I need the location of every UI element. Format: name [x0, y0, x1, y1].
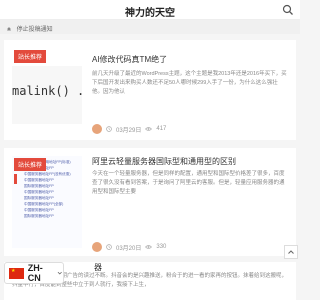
search-icon[interactable]: [282, 4, 294, 16]
site-title[interactable]: 神力的天空: [0, 4, 300, 19]
post-date: 03月20日: [116, 245, 142, 252]
post-card[interactable]: 站长推荐 国际服务器通用地址FP(标准) 国际服务器地址FP 中国服务器地址FP…: [4, 148, 296, 256]
post-views: 330: [156, 244, 167, 250]
post-title[interactable]: AI修改代码真TM绝了: [92, 54, 167, 65]
clock-icon: [106, 126, 112, 132]
thumbnail-accent: [14, 174, 17, 184]
scroll-top-button[interactable]: [284, 245, 298, 259]
post-meta: 03月29日 417: [92, 124, 166, 134]
bell-icon: [7, 27, 11, 31]
top-bar: 神力的天空: [0, 0, 300, 20]
flag-icon: ★: [9, 267, 24, 279]
post-date: 03月29日: [116, 127, 142, 134]
language-switcher[interactable]: ★ ZH-CN: [4, 262, 64, 284]
post-title[interactable]: 阿里云轻量服务器国际型和通用型的区别: [92, 156, 236, 167]
featured-badge: 站长推荐: [14, 50, 47, 63]
language-label: ZH-CN: [27, 263, 43, 283]
post-excerpt: 今天在一个轻量服务器，但是同样的配置，通用型和国际型价格差了很多，百度查了很久没…: [92, 171, 285, 195]
post-views: 417: [156, 126, 167, 132]
chevron-down-icon: [58, 271, 63, 275]
notice-text: 停止投稿通知: [16, 27, 53, 33]
featured-badge: 站长推荐: [14, 158, 47, 171]
eye-icon: [145, 127, 153, 131]
post-thumbnail[interactable]: malink() . ': [12, 66, 82, 124]
post-excerpt: 前几天升级了最近的WordPress主题，这个主题是我2013年还是2016年买…: [92, 71, 287, 95]
avatar: [92, 242, 102, 252]
eye-icon: [145, 245, 153, 249]
post-card[interactable]: 站长推荐 malink() . ' AI修改代码真TM绝了 前几天升级了最近的W…: [4, 40, 296, 140]
clock-icon: [106, 244, 112, 250]
avatar: [92, 124, 102, 134]
chevron-up-icon: [288, 250, 294, 254]
thumbnail-code: malink() . ': [12, 84, 82, 98]
post-meta: 03月20日 330: [92, 242, 166, 252]
notice-bar[interactable]: 停止投稿通知: [0, 20, 300, 34]
